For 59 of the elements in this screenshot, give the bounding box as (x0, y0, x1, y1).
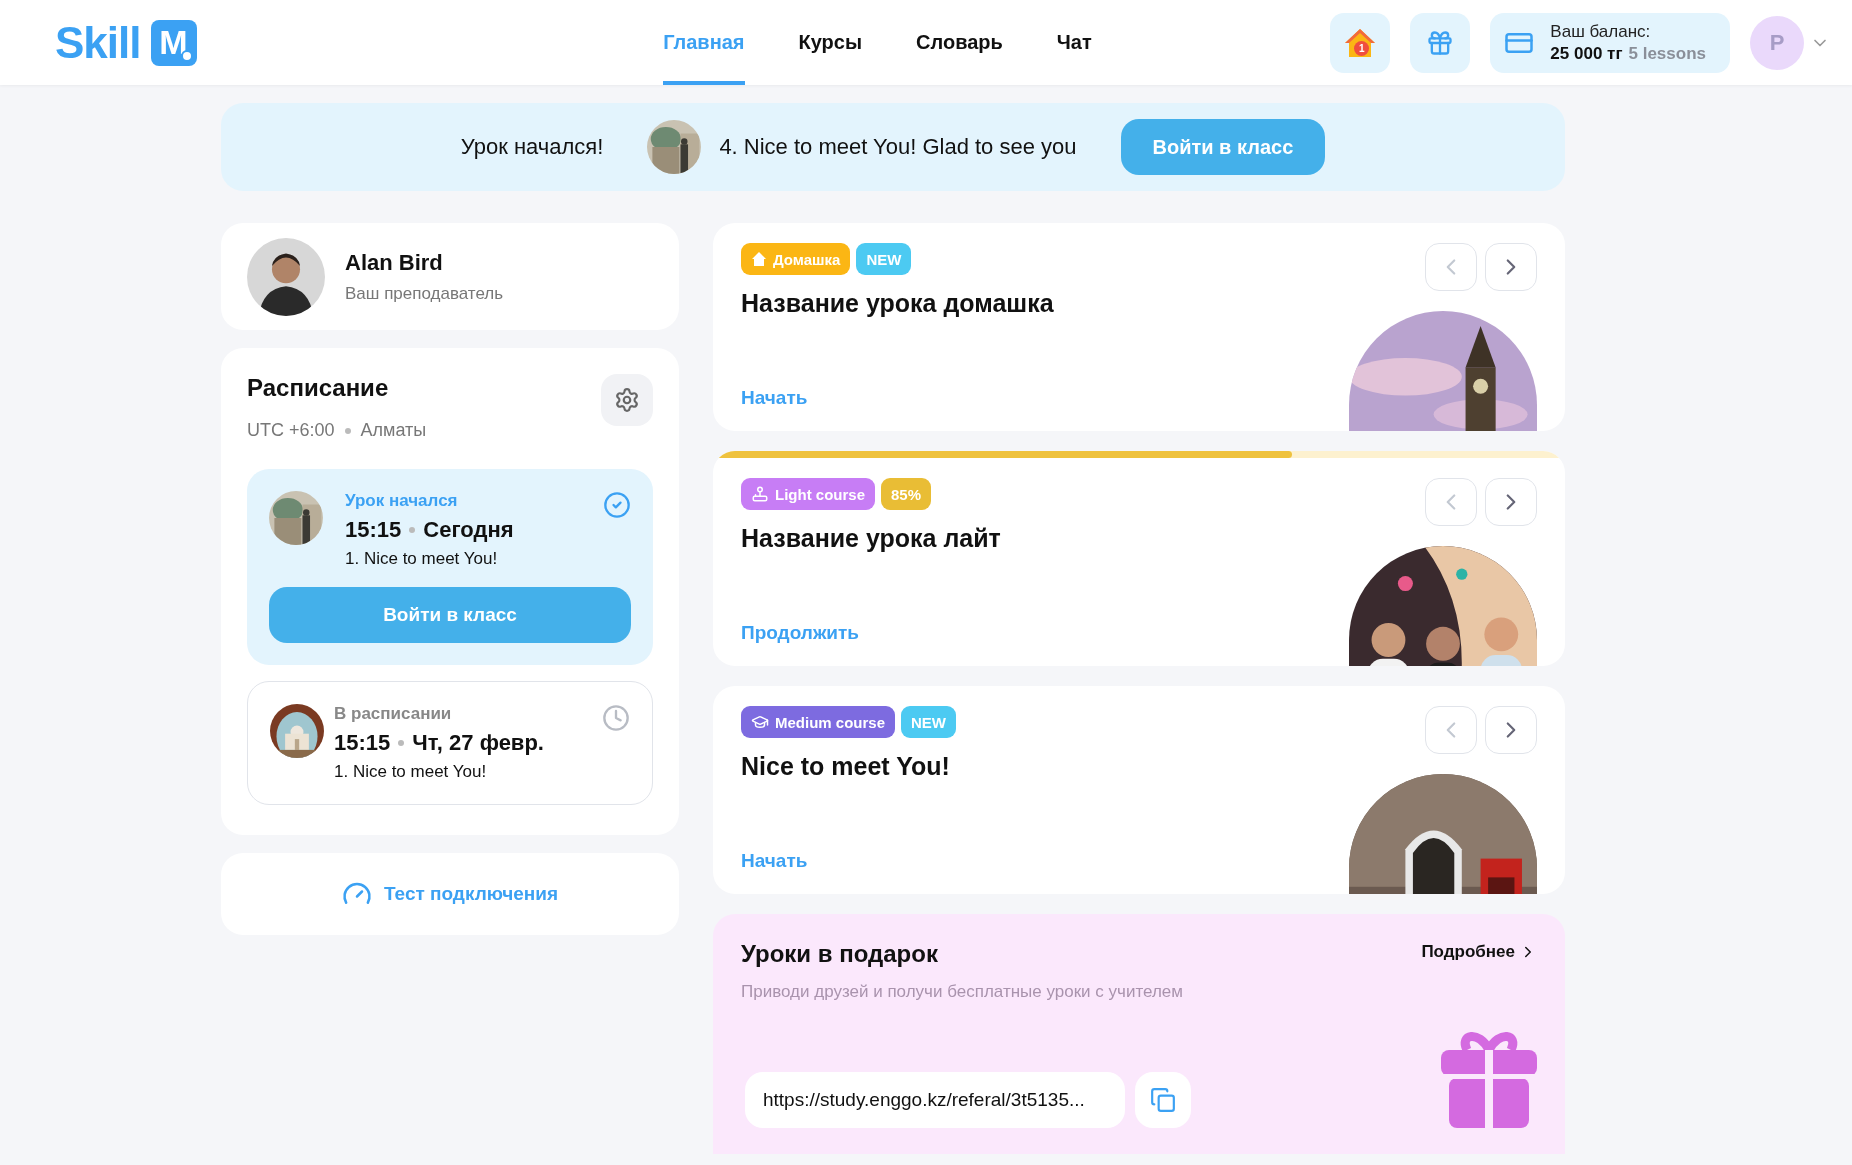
homework-button[interactable]: 1 (1330, 12, 1391, 73)
settings-button[interactable] (601, 374, 653, 426)
referral-link-field[interactable]: https://study.enggo.kz/referal/3t5135... (745, 1072, 1125, 1128)
banner-lesson: 4. Nice to meet You! Glad to see you (719, 134, 1077, 160)
lesson-day: Сегодня (423, 517, 514, 543)
lesson-name: 1. Nice to meet You! (334, 762, 488, 782)
lesson-action-link[interactable]: Начать (741, 850, 808, 872)
copy-button[interactable] (1135, 1072, 1191, 1128)
nav-tab[interactable]: Чат (1056, 0, 1092, 85)
lesson-time: 15:15 (334, 730, 391, 756)
nav-tab[interactable]: Курсы (798, 0, 863, 85)
next-button[interactable] (1485, 478, 1537, 526)
course-tag: NEW (901, 706, 957, 738)
course-tag: NEW (856, 243, 912, 275)
copy-icon (1150, 1087, 1176, 1113)
lesson-status: В расписании (334, 704, 453, 724)
schedule-title: Расписание (247, 374, 389, 402)
settings-icon (614, 387, 640, 413)
lesson-status: Урок начался (345, 491, 459, 511)
course-tag: Домашка (741, 243, 851, 275)
lesson-name: 1. Nice to meet You! (345, 549, 499, 569)
teacher-role: Ваш преподаватель (345, 283, 504, 304)
nav-tab[interactable]: Главная (663, 0, 745, 85)
course-tag: 85% (881, 478, 932, 510)
lesson-title: Nice to meet You! (741, 752, 951, 781)
lesson-action-link[interactable]: Продолжить (741, 622, 860, 644)
timezone: UTC +6:00 (247, 420, 335, 441)
schedule-item[interactable]: В расписании 15:15 Чт, 27 февр. 1. Nice to meet You! (247, 681, 653, 805)
balance-button[interactable]: Ваш баланс: 25 000 тг 5 lessons (1490, 12, 1730, 73)
logo-mark[interactable]: M (150, 19, 197, 66)
clock-icon (602, 704, 630, 732)
joystick-icon (751, 485, 769, 503)
lesson-title: Название урока домашка (741, 289, 1055, 318)
next-button[interactable] (1485, 243, 1537, 291)
lesson-title: Название урока лайт (741, 524, 1002, 553)
schedule-item[interactable]: Урок начался 15:15 Сегодня 1. Nice to meet You! Войти в класс (247, 469, 653, 665)
course-tag: Light course (741, 478, 875, 510)
graduate-icon (751, 713, 769, 731)
check-circle-icon (603, 491, 631, 519)
lesson-action-link[interactable]: Начать (741, 387, 808, 409)
gift-subtitle: Приводи друзей и получи бесплатные уроки с учителем (741, 982, 1184, 1002)
teacher-name: Alan Bird (345, 249, 444, 276)
house-icon (751, 251, 767, 267)
lesson-time: 15:15 (345, 517, 402, 543)
connection-test-button[interactable]: Тест подключения (335, 878, 565, 910)
join-class-button[interactable]: Войти в класс (269, 587, 631, 643)
lesson-day: Чт, 27 февр. (412, 730, 544, 756)
more-link[interactable]: Подробнее (1421, 940, 1537, 964)
city: Алматы (360, 420, 427, 441)
gift-title: Уроки в подарок (741, 940, 939, 968)
profile-avatar[interactable]: P (1750, 15, 1804, 70)
nav-tab[interactable]: Словарь (916, 0, 1003, 85)
gift-icon (1426, 28, 1455, 57)
course-tag: Medium course (741, 706, 896, 738)
banner-text: Урок начался! (460, 134, 604, 160)
gift-button[interactable] (1410, 12, 1471, 73)
logo-text[interactable]: Skill (55, 17, 141, 68)
join-class-button[interactable]: Войти в класс (1120, 119, 1326, 175)
next-button[interactable] (1485, 706, 1537, 754)
